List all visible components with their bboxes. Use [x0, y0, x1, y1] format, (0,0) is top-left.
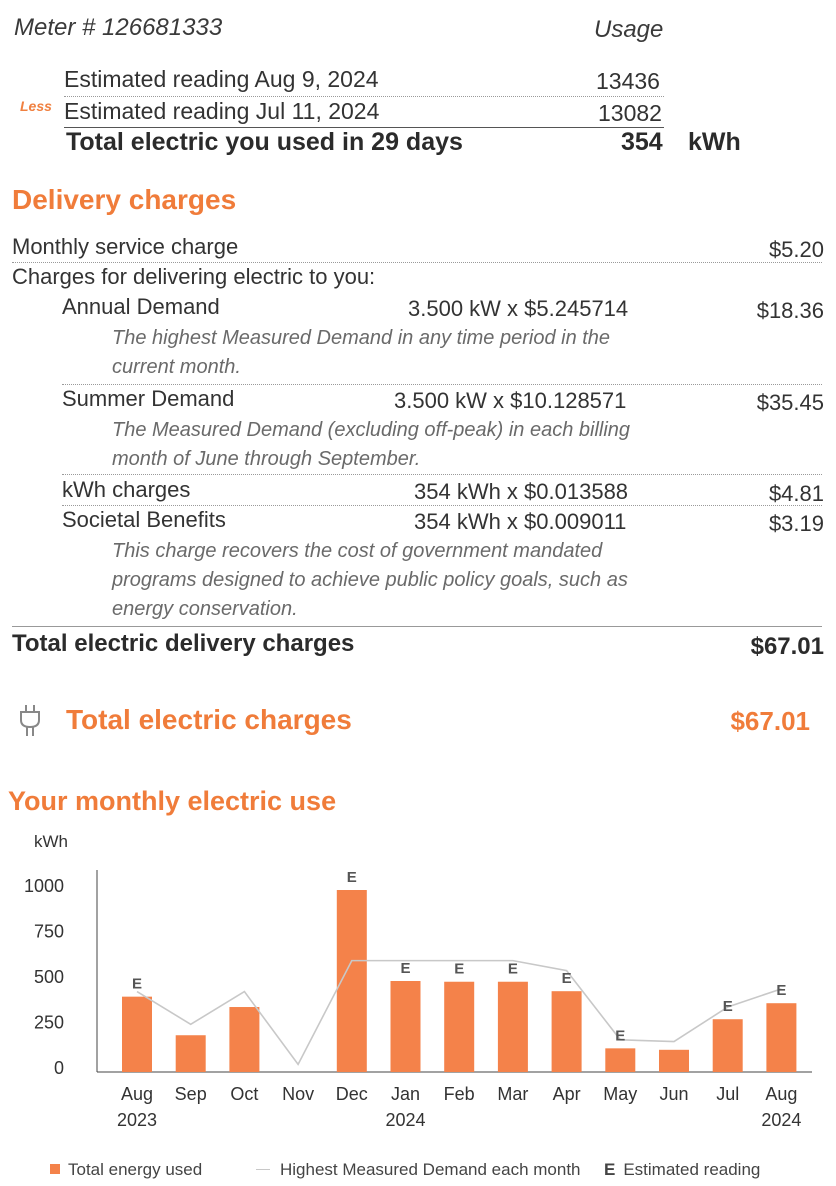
total-usage-label: Total electric you used in 29 days: [66, 128, 463, 156]
x-tick-year-label: 2024: [385, 1110, 425, 1130]
y-tick-label: 1000: [24, 876, 64, 896]
less-marker: Less: [20, 98, 52, 114]
estimated-marker: E: [776, 982, 786, 999]
bar: [122, 996, 152, 1072]
bar: [444, 981, 475, 1072]
current-reading-value: 13436: [596, 68, 660, 94]
kwh-charges-calc: 354 kWh x $0.013588: [414, 479, 629, 504]
legend-line-swatch: [256, 1169, 270, 1170]
estimated-marker: E: [615, 1027, 625, 1044]
delivery-charges-heading: Delivery charges: [12, 184, 237, 215]
total-delivery-amount: $67.01: [750, 633, 824, 660]
total-electric-amount: $67.01: [730, 706, 810, 736]
kwh-charges-label: kWh charges: [62, 477, 191, 502]
monthly-service-label: Monthly service charge: [12, 234, 239, 259]
y-tick-label: 250: [34, 1013, 64, 1033]
kwh-charges-amount: $4.81: [768, 481, 824, 506]
legend-bar-label: Total energy used: [68, 1160, 203, 1179]
legend-line: Highest Measured Demand each month: [256, 1160, 581, 1180]
legend-line-label: Highest Measured Demand each month: [280, 1160, 581, 1179]
x-tick-label: Nov: [282, 1084, 314, 1104]
bar: [229, 1007, 260, 1072]
x-tick-label: Aug: [121, 1084, 153, 1104]
y-tick-label: 750: [34, 922, 64, 942]
legend-estimated-label: Estimated reading: [623, 1160, 761, 1179]
total-usage-value: 354: [621, 128, 663, 156]
estimated-marker: E: [400, 960, 410, 977]
bar: [605, 1048, 636, 1072]
summer-demand-calc: 3.500 kW x $10.128571: [394, 388, 627, 413]
y-axis-label: kWh: [34, 832, 68, 851]
legend-estimated-symbol: E: [604, 1160, 616, 1179]
societal-benefits-label: Societal Benefits: [62, 507, 226, 532]
annual-demand-description: The highest Measured Demand in any time …: [112, 327, 611, 378]
summer-demand-amount: $35.45: [756, 390, 824, 415]
x-tick-label: Mar: [497, 1084, 528, 1104]
usage-header: Usage: [594, 16, 664, 43]
x-tick-label: Jun: [659, 1084, 688, 1104]
x-tick-label: Jan: [391, 1084, 420, 1104]
estimated-marker: E: [723, 998, 733, 1015]
total-delivery-label: Total electric delivery charges: [12, 630, 355, 657]
legend-bar: Total energy used: [50, 1160, 202, 1180]
previous-reading-value: 13082: [598, 100, 662, 126]
annual-demand-label: Annual Demand: [62, 294, 220, 319]
x-tick-year-label: 2024: [761, 1110, 801, 1130]
bar: [712, 1019, 743, 1072]
total-usage-unit: kWh: [688, 128, 741, 156]
bar: [659, 1049, 689, 1072]
y-tick-label: 0: [54, 1058, 64, 1078]
bar: [551, 991, 582, 1072]
societal-benefits-amount: $3.19: [768, 511, 824, 536]
previous-reading-label: Estimated reading Jul 11, 2024: [64, 98, 380, 124]
monthly-use-chart: kWh 0 250 500 750 1000 E E E E E E E E E Aug 2023 Sep Oct N…: [0, 820, 836, 1160]
meter-number: Meter # 126681333: [14, 14, 223, 41]
chart-title: Your monthly electric use: [8, 786, 337, 816]
estimated-marker: E: [454, 961, 464, 978]
current-reading-label: Estimated reading Aug 9, 2024: [64, 66, 379, 92]
plug-icon: [18, 703, 42, 737]
estimated-marker: E: [347, 869, 357, 886]
x-tick-label: May: [603, 1084, 637, 1104]
bar: [390, 981, 421, 1072]
estimated-marker: E: [508, 961, 518, 978]
delivering-label: Charges for delivering electric to you:: [12, 264, 376, 289]
estimated-marker: E: [562, 970, 572, 987]
total-electric-label: Total electric charges: [66, 704, 352, 735]
x-tick-label: Feb: [444, 1084, 475, 1104]
x-tick-label: Aug: [765, 1084, 797, 1104]
annual-demand-calc: 3.500 kW x $5.245714: [408, 296, 629, 321]
x-tick-year-label: 2023: [117, 1110, 157, 1130]
y-tick-label: 500: [34, 967, 64, 987]
societal-benefits-calc: 354 kWh x $0.009011: [414, 509, 627, 534]
x-tick-label: Dec: [336, 1084, 368, 1104]
legend-bar-swatch: [50, 1164, 60, 1174]
bar: [175, 1035, 206, 1072]
bar: [497, 981, 528, 1072]
x-tick-label: Sep: [175, 1084, 207, 1104]
x-tick-label: Apr: [553, 1084, 581, 1104]
bar: [766, 1003, 797, 1072]
societal-benefits-description: This charge recovers the cost of governm…: [112, 540, 628, 620]
x-tick-label: Oct: [230, 1084, 258, 1104]
x-tick-label: Jul: [716, 1084, 739, 1104]
legend-estimated: E Estimated reading: [604, 1160, 760, 1180]
summer-demand-description: The Measured Demand (excluding off-peak)…: [112, 419, 631, 470]
monthly-service-amount: $5.20: [768, 237, 824, 262]
summer-demand-label: Summer Demand: [62, 386, 235, 411]
annual-demand-amount: $18.36: [756, 298, 824, 323]
chart-svg: kWh 0 250 500 750 1000 E E E E E E E E E Aug 2023 Sep Oct N…: [24, 832, 812, 1130]
estimated-marker: E: [132, 976, 142, 993]
